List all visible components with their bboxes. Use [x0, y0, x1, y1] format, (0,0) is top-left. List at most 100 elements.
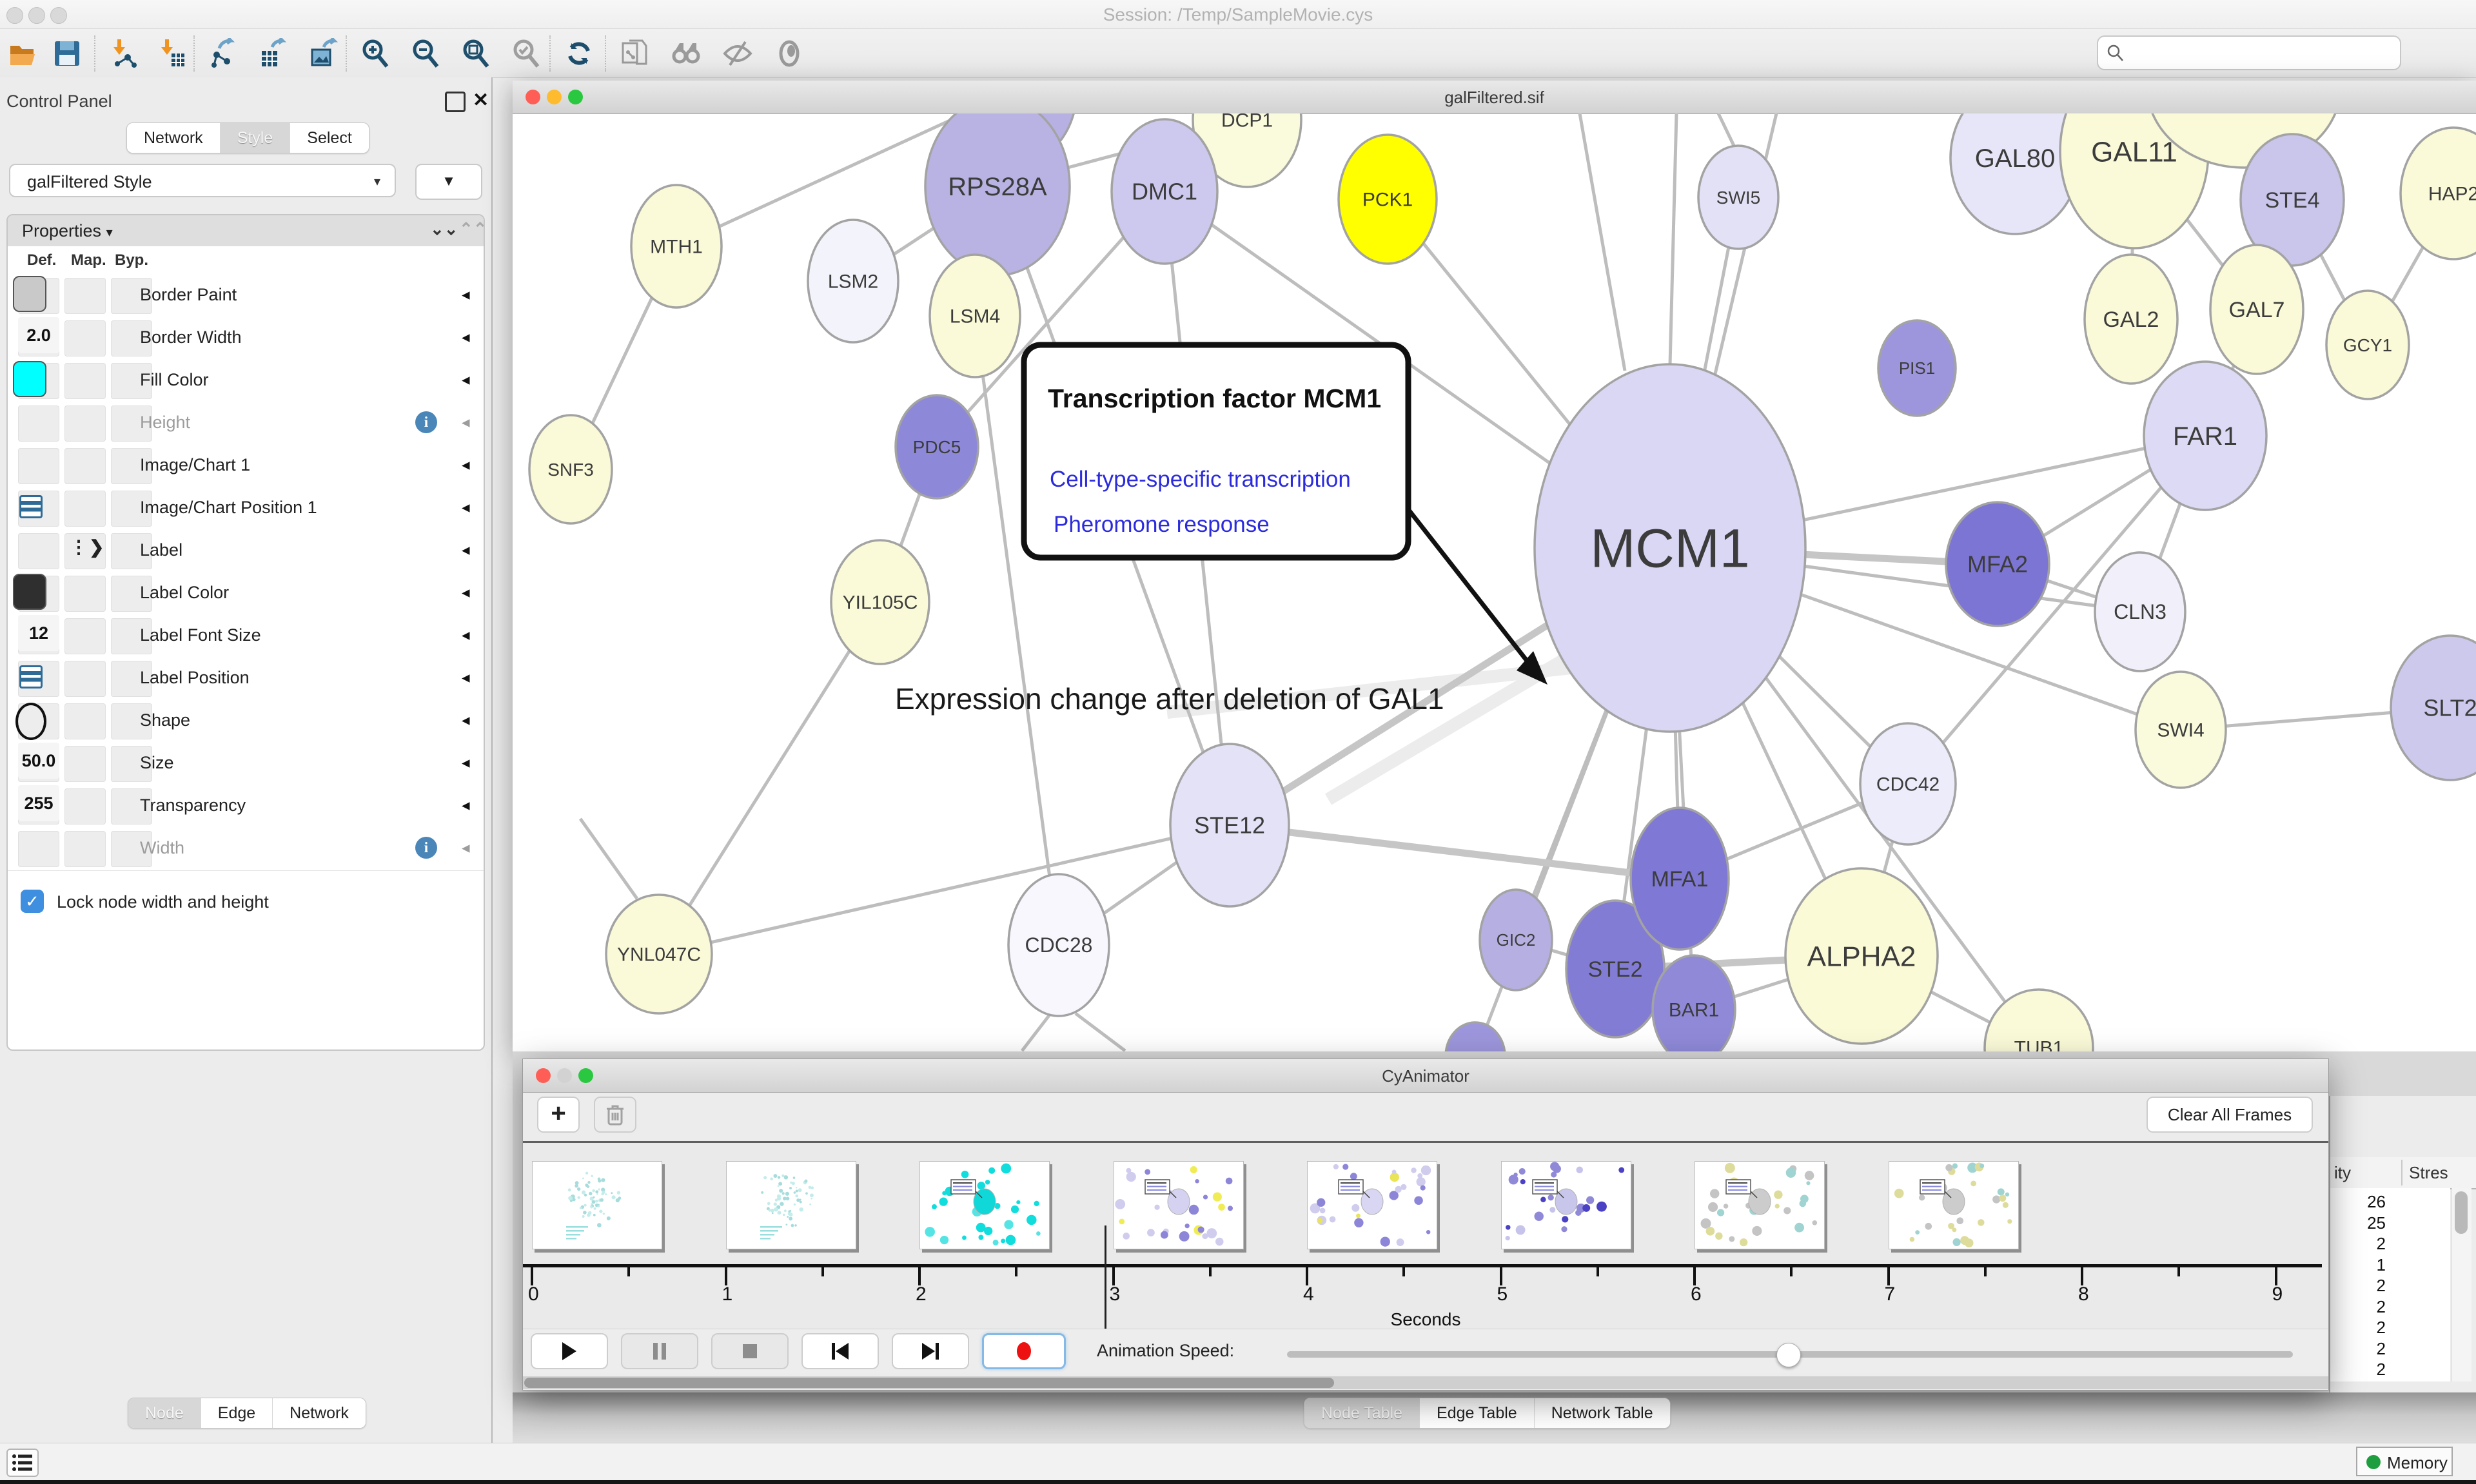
clear-all-frames-button[interactable]: Clear All Frames [2147, 1097, 2313, 1133]
network-edge[interactable] [580, 819, 637, 899]
timeline-frame-1[interactable] [726, 1161, 856, 1249]
hide-graphics-icon[interactable] [722, 38, 753, 69]
zoom-selected-icon[interactable] [511, 38, 542, 69]
timeline-frame-2[interactable] [919, 1161, 1050, 1249]
tab-network[interactable]: Network [127, 123, 220, 153]
shape-ellipse-icon[interactable] [15, 703, 46, 740]
network-node-snf3[interactable]: SNF3 [529, 415, 612, 523]
network-node-dmc1[interactable]: DMC1 [1112, 119, 1217, 264]
expand-row-icon[interactable]: ◂ [462, 796, 470, 815]
import-network-icon[interactable] [108, 38, 139, 69]
network-edge[interactable] [659, 602, 880, 954]
network-node-cln3[interactable]: CLN3 [2095, 552, 2185, 671]
expand-row-icon[interactable]: ◂ [462, 413, 470, 432]
style-options-button[interactable]: ▼ [415, 164, 482, 200]
add-frame-button[interactable]: + [537, 1097, 580, 1133]
record-button[interactable] [982, 1333, 1066, 1369]
network-node-pdc5[interactable]: PDC5 [896, 395, 978, 498]
network-node-rps28a[interactable]: RPS28A [925, 113, 1070, 275]
network-node-far1[interactable]: FAR1 [2144, 362, 2266, 510]
style-select[interactable]: galFiltered Style ▾ [9, 164, 396, 197]
expand-row-icon[interactable]: ◂ [462, 455, 470, 474]
network-edge[interactable] [1718, 113, 1734, 147]
network-node-ynl047c[interactable]: YNL047C [606, 895, 712, 1013]
lock-dimensions-checkbox[interactable]: ✓ [21, 890, 44, 913]
default-value-swatch[interactable] [13, 574, 46, 610]
tab-select[interactable]: Select [290, 123, 368, 153]
export-network-icon[interactable] [208, 38, 239, 69]
skip-end-button[interactable] [892, 1333, 969, 1369]
property-row-label-color[interactable]: Label Color◂ [8, 572, 484, 616]
network-node-mth1[interactable]: MTH1 [631, 185, 722, 308]
property-row-size[interactable]: 50.0Size◂ [8, 743, 484, 786]
property-row-border-paint[interactable]: Border Paint◂ [8, 275, 484, 318]
network-node[interactable] [1446, 1022, 1505, 1051]
network-edge[interactable] [1076, 1013, 1125, 1051]
open-session-icon[interactable] [8, 38, 39, 69]
timeline-frame-5[interactable] [1501, 1161, 1631, 1249]
table-cell[interactable]: 2 [2343, 1297, 2386, 1317]
network-edge[interactable] [1230, 825, 1680, 879]
zoom-out-icon[interactable] [410, 38, 441, 69]
timeline-frame-3[interactable] [1114, 1161, 1244, 1249]
cyanimator-scrollbar[interactable] [523, 1376, 2328, 1389]
property-row-image-chart-1[interactable]: Image/Chart 1◂ [8, 445, 484, 488]
network-canvas[interactable]: DCP1RPS28ADMC1PCK1MTH1LSM2LSM4SWI5GAL80G… [513, 113, 2476, 1051]
network-node-mcm1[interactable]: MCM1 [1535, 364, 1805, 732]
expand-row-icon[interactable]: ◂ [462, 498, 470, 517]
expand-row-icon[interactable]: ◂ [462, 838, 470, 857]
network-edge[interactable] [1022, 1015, 1050, 1051]
property-row-width[interactable]: Widthi◂ [8, 828, 484, 871]
network-node-gic2[interactable]: GIC2 [1480, 890, 1552, 990]
network-node-gcy1[interactable]: GCY1 [2326, 291, 2409, 399]
network-node-bar1[interactable]: BAR1 [1653, 955, 1735, 1051]
collapse-all-icon[interactable]: ⌃⌃ [459, 219, 485, 239]
property-row-shape[interactable]: Shape◂ [8, 700, 484, 743]
expand-row-icon[interactable]: ◂ [462, 668, 470, 687]
discrete-mapping-icon[interactable]: ⋮❯ [70, 536, 105, 558]
expand-row-icon[interactable]: ◂ [462, 540, 470, 560]
property-row-label-font-size[interactable]: 12Label Font Size◂ [8, 615, 484, 658]
default-value-swatch[interactable] [13, 361, 46, 397]
network-node-gal80[interactable]: GAL80 [1950, 113, 2079, 234]
tab-edge[interactable]: Edge [201, 1398, 272, 1428]
default-value[interactable]: 12 [18, 615, 59, 651]
search-input[interactable] [2097, 35, 2401, 70]
default-value-swatch[interactable] [13, 276, 46, 312]
property-row-label-position[interactable]: Label Position◂ [8, 658, 484, 701]
annotation-link[interactable]: Pheromone response [1054, 512, 1270, 537]
table-cell[interactable]: 2 [2343, 1234, 2386, 1254]
zoom-fit-icon[interactable] [460, 38, 491, 69]
table-cell[interactable]: 2 [2343, 1276, 2386, 1296]
property-row-height[interactable]: Heighti◂ [8, 402, 484, 445]
animation-speed-slider-thumb[interactable] [1776, 1343, 1801, 1367]
expand-row-icon[interactable]: ◂ [462, 327, 470, 347]
property-row-image-chart-position-1[interactable]: Image/Chart Position 1◂ [8, 487, 484, 531]
property-row-border-width[interactable]: 2.0Border Width◂ [8, 317, 484, 360]
tab-style[interactable]: Style [220, 123, 290, 153]
network-node-ste12[interactable]: STE12 [1170, 744, 1289, 906]
info-icon[interactable]: i [415, 837, 437, 859]
network-node-swi4[interactable]: SWI4 [2136, 672, 2226, 788]
table-scrollbar[interactable] [2451, 1188, 2471, 1381]
timeline-frame-7[interactable] [1889, 1161, 2019, 1249]
binoculars-icon[interactable] [671, 38, 702, 69]
export-table-icon[interactable] [258, 38, 289, 69]
import-table-icon[interactable] [156, 38, 187, 69]
expand-all-icon[interactable]: ⌄⌄ [430, 219, 458, 239]
position-icon[interactable] [19, 495, 43, 518]
table-cell[interactable]: 1 [2343, 1255, 2386, 1275]
zoom-in-icon[interactable] [360, 38, 391, 69]
network-node-alpha2[interactable]: ALPHA2 [1785, 868, 1938, 1044]
cyanimator-titlebar[interactable]: CyAnimator [523, 1059, 2328, 1093]
table-cell[interactable]: 26 [2343, 1192, 2386, 1212]
timeline-frame-6[interactable] [1695, 1161, 1825, 1249]
tab-edge-table[interactable]: Edge Table [1419, 1398, 1534, 1428]
panel-list-button[interactable] [6, 1449, 39, 1477]
network-node-mfa2[interactable]: MFA2 [1946, 502, 2049, 626]
info-icon[interactable]: i [415, 411, 437, 433]
property-row-transparency[interactable]: 255Transparency◂ [8, 785, 484, 828]
network-node-pis1[interactable]: PIS1 [1878, 320, 1956, 416]
network-node-slt2[interactable]: SLT2 [2391, 636, 2476, 780]
save-session-icon[interactable] [52, 38, 83, 69]
